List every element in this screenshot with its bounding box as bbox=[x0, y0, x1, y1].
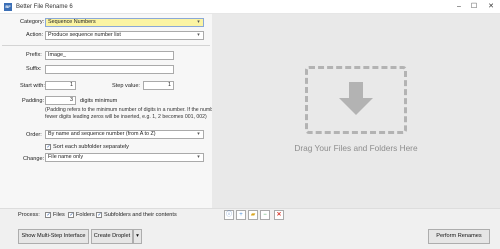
subfolders-checkbox[interactable] bbox=[96, 212, 102, 218]
app-icon: BF bbox=[4, 3, 12, 11]
action-value: Produce sequence number list bbox=[48, 32, 121, 38]
create-droplet-dropdown[interactable]: ▾ bbox=[133, 229, 142, 244]
chevron-down-icon: ▾ bbox=[136, 233, 139, 239]
prefix-label: Prefix: bbox=[26, 52, 42, 58]
title-bar bbox=[0, 0, 500, 14]
process-label: Process: bbox=[18, 212, 40, 218]
create-droplet-button[interactable]: Create Droplet bbox=[91, 229, 133, 244]
prefix-input[interactable]: Image_ bbox=[45, 51, 174, 60]
order-value: By name and sequence number (from A to Z… bbox=[48, 131, 156, 137]
folders-label: Folders bbox=[76, 212, 95, 218]
close-button[interactable]: ✕ bbox=[484, 2, 498, 12]
action-label: Action: bbox=[26, 32, 44, 38]
action-dropdown[interactable]: Produce sequence number list ▾ bbox=[45, 31, 204, 40]
category-label: Category: bbox=[20, 19, 45, 25]
files-label: Files bbox=[53, 212, 65, 218]
window-title: Better File Rename 6 bbox=[16, 4, 73, 10]
suffix-label: Suffix: bbox=[26, 66, 42, 72]
change-label: Change: bbox=[23, 156, 45, 162]
download-arrow-icon bbox=[339, 82, 373, 115]
padding-input[interactable]: 3 bbox=[45, 96, 76, 105]
sort-each-label: Sort each subfolder separately bbox=[53, 144, 129, 150]
category-dropdown[interactable]: Sequence Numbers ▾ bbox=[45, 18, 204, 27]
perform-renames-button[interactable]: Perform Renames bbox=[428, 229, 490, 244]
start-with-label: Start with: bbox=[20, 83, 45, 89]
folders-checkbox[interactable] bbox=[68, 212, 74, 218]
change-dropdown[interactable]: File name only ▾ bbox=[45, 153, 204, 162]
chevron-down-icon: ▾ bbox=[197, 131, 200, 137]
order-dropdown[interactable]: By name and sequence number (from A to Z… bbox=[45, 130, 204, 139]
files-checkbox[interactable] bbox=[45, 212, 51, 218]
drop-zone-text: Drag Your Files and Folders Here bbox=[294, 143, 418, 153]
remove-icon[interactable]: − bbox=[260, 210, 270, 220]
step-value-label: Step value: bbox=[112, 83, 140, 89]
sort-each-checkbox[interactable] bbox=[45, 144, 51, 150]
step-value-input[interactable]: 1 bbox=[143, 81, 174, 90]
clear-list-icon[interactable]: ✕ bbox=[274, 210, 284, 220]
add-files-icon[interactable]: + bbox=[236, 210, 246, 220]
order-label: Order: bbox=[26, 132, 42, 138]
info-icon[interactable]: ⓘ bbox=[224, 210, 234, 220]
show-multi-step-button[interactable]: Show Multi-Step Interface bbox=[18, 229, 89, 244]
minimize-button[interactable]: – bbox=[452, 2, 466, 12]
maximize-button[interactable]: ☐ bbox=[467, 2, 481, 12]
start-with-input[interactable]: 1 bbox=[45, 81, 76, 90]
section-divider bbox=[2, 45, 210, 46]
padding-label: Padding: bbox=[22, 98, 45, 104]
subfolders-label: Subfolders and their contents bbox=[104, 212, 177, 218]
chevron-down-icon: ▾ bbox=[197, 19, 200, 25]
padding-note: (Padding refers to the minimum number of… bbox=[45, 107, 228, 120]
suffix-input[interactable] bbox=[45, 65, 174, 74]
add-folder-icon[interactable]: ▰ bbox=[248, 210, 258, 220]
padding-unit: digits minimum bbox=[80, 98, 118, 104]
change-value: File name only bbox=[48, 154, 84, 160]
category-value: Sequence Numbers bbox=[48, 19, 96, 25]
chevron-down-icon: ▾ bbox=[197, 32, 200, 38]
chevron-down-icon: ▾ bbox=[197, 154, 200, 160]
